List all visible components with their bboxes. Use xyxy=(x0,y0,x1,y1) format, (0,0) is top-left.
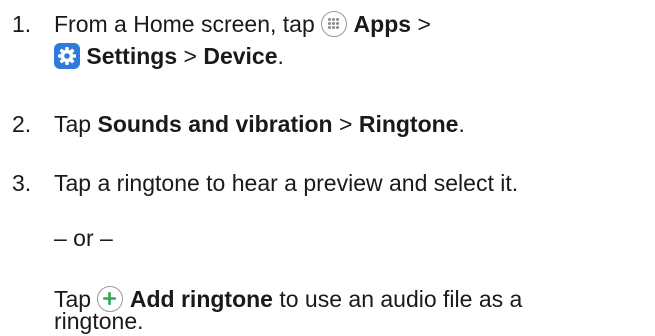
settings-icon xyxy=(54,43,80,69)
step-text: ringtone. xyxy=(54,308,144,334)
step-text: Tap a ringtone to hear a preview and sel… xyxy=(54,170,519,196)
separator: > xyxy=(339,111,353,137)
device-label: Device xyxy=(203,43,278,69)
separator: > xyxy=(417,11,431,37)
step-text: From a Home screen, tap xyxy=(54,11,315,37)
period: . xyxy=(277,43,284,69)
apps-icon xyxy=(321,11,348,37)
step-number: 2. xyxy=(12,111,32,137)
step-1-line-2: Settings > Device. xyxy=(54,41,284,71)
apps-label: Apps xyxy=(353,11,412,37)
period: . xyxy=(458,111,465,137)
or-divider: – or – xyxy=(54,223,113,253)
step-2-line: Tap Sounds and vibration > Ringtone. xyxy=(54,109,465,139)
add-ringtone-label: Add ringtone xyxy=(129,286,273,312)
ringtone-label: Ringtone xyxy=(358,111,459,137)
separator: > xyxy=(183,43,197,69)
or-text: – or – xyxy=(54,225,113,251)
settings-label: Settings xyxy=(86,43,178,69)
step-1-line-1: From a Home screen, tap Apps > xyxy=(54,9,431,39)
step-3-line: Tap a ringtone to hear a preview and sel… xyxy=(54,168,518,198)
step-text: Tap xyxy=(54,111,92,137)
step-text: to use an audio file as a xyxy=(279,286,523,312)
step-number: 3. xyxy=(12,170,32,196)
sounds-and-vibration-label: Sounds and vibration xyxy=(97,111,333,137)
step-number: 1. xyxy=(12,11,32,37)
